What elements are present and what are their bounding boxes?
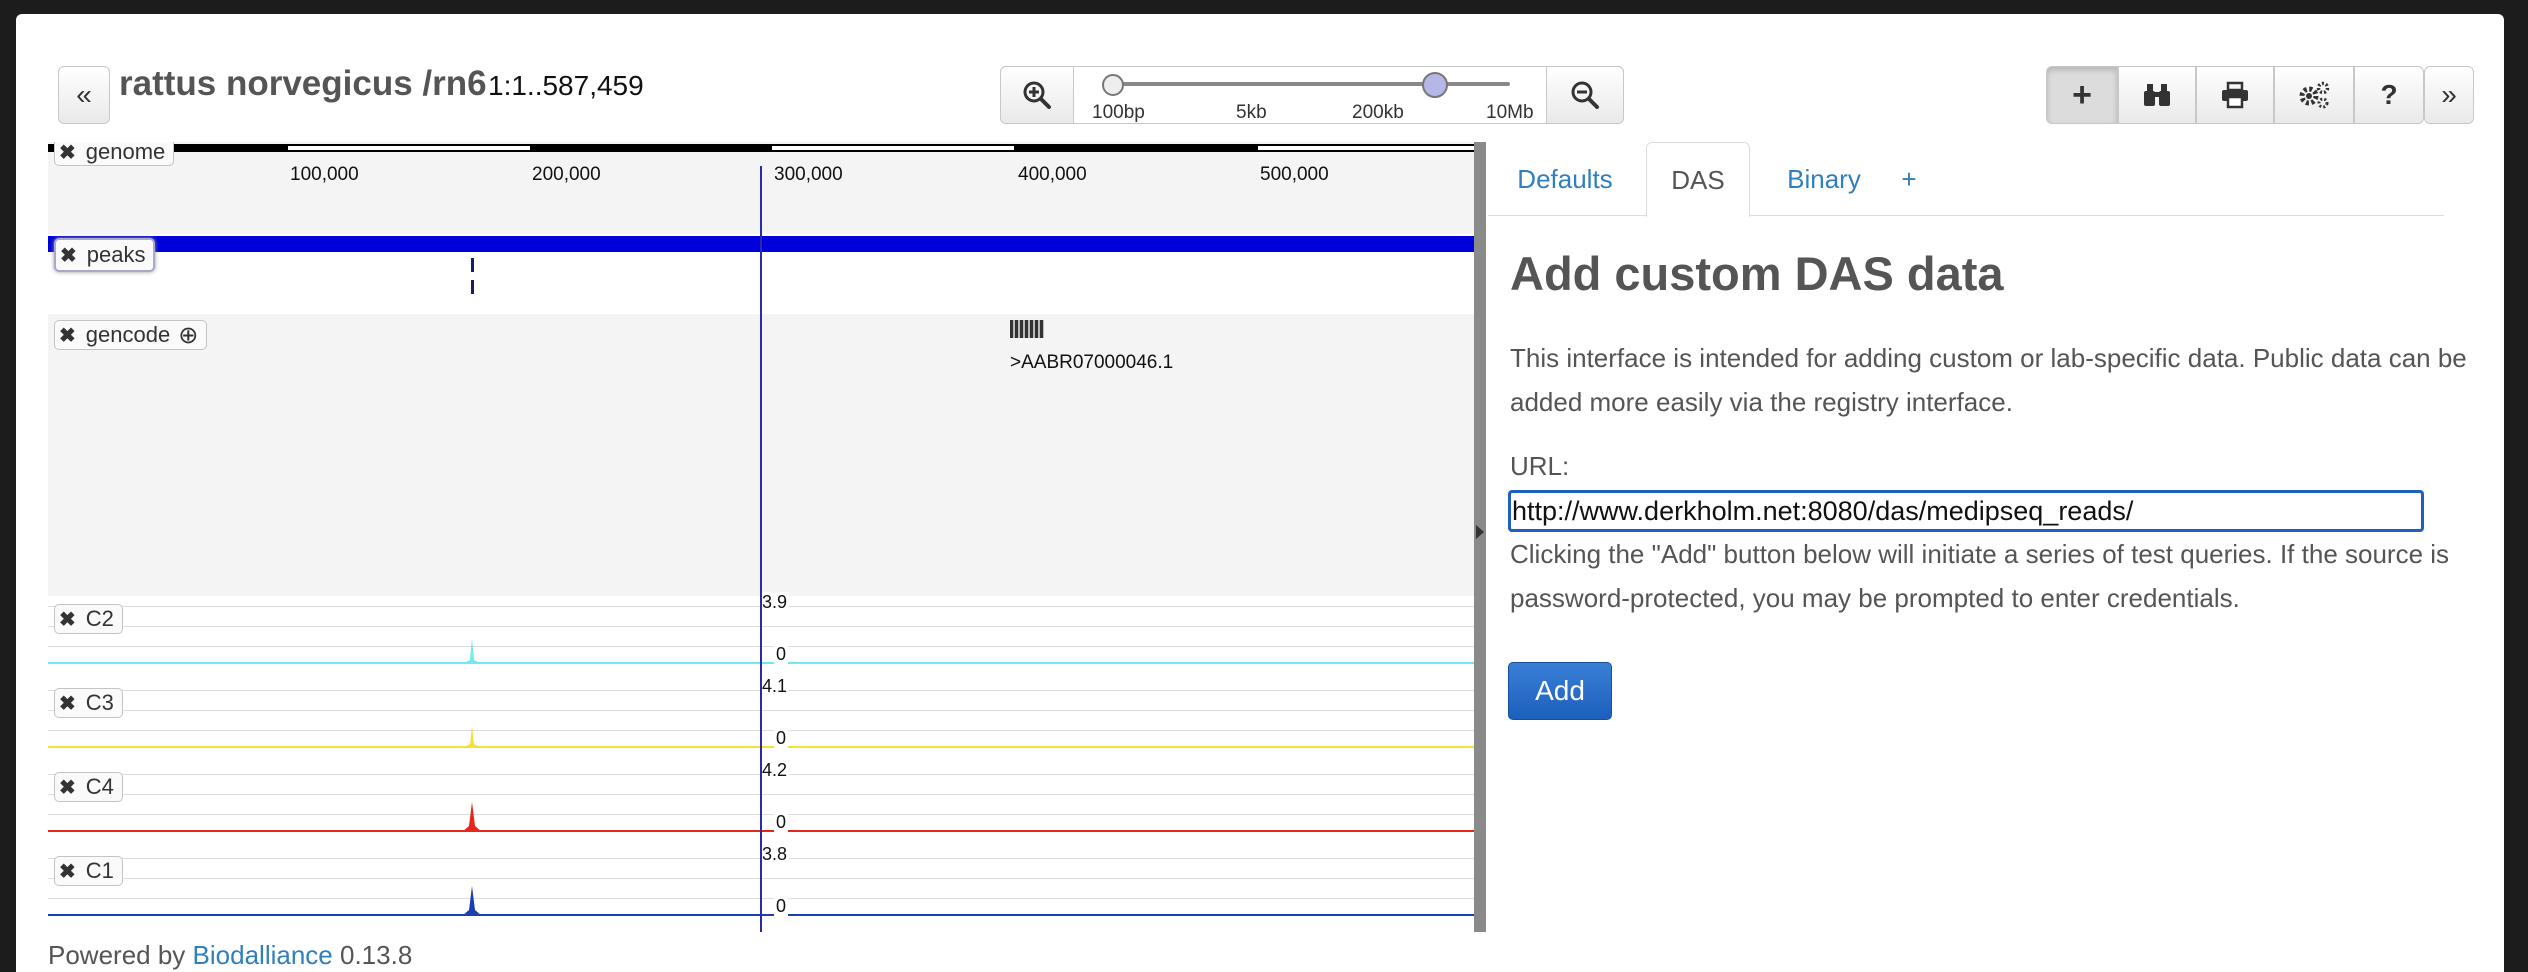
- ruler-tick-500000: 500,000: [1260, 164, 1329, 185]
- c3-track-name: C3: [85, 690, 114, 715]
- track-area[interactable]: 100,000 200,000 300,000 400,000 500,000 …: [48, 142, 1474, 932]
- zoom-slider-handle[interactable]: [1422, 72, 1448, 98]
- c2-scale-min: 0: [774, 644, 789, 665]
- chevron-double-left-icon: «: [76, 79, 92, 110]
- zoom-in-button[interactable]: [1000, 66, 1074, 124]
- peak-mark-1: [471, 258, 474, 272]
- help-button[interactable]: ?: [2354, 66, 2424, 124]
- print-icon: [2222, 81, 2248, 109]
- remove-track-icon[interactable]: ✖: [59, 323, 76, 348]
- add-button[interactable]: Add: [1508, 662, 1612, 720]
- c2-track-name: C2: [85, 606, 114, 631]
- ruler-tick-100000: 100,000: [290, 164, 359, 185]
- c1-scale-max: 3.8: [760, 844, 790, 865]
- c2-scale-max: 3.9: [760, 592, 790, 613]
- remove-track-icon[interactable]: ✖: [59, 691, 76, 716]
- panel-note: Clicking the "Add" button below will ini…: [1510, 539, 2450, 613]
- ruler-tick-200000: 200,000: [532, 164, 601, 185]
- c4-track-label: ✖ C4: [54, 772, 123, 802]
- c4-scale-min: 0: [774, 812, 789, 833]
- question-icon: ?: [2380, 79, 2398, 110]
- position-cursor: [760, 166, 762, 932]
- footer: Powered by Biodalliance 0.13.8: [48, 940, 412, 971]
- settings-button[interactable]: [2274, 66, 2354, 124]
- remove-track-icon[interactable]: ✖: [60, 243, 77, 268]
- zoom-slider-min-handle[interactable]: [1102, 74, 1124, 96]
- tab-binary[interactable]: Binary: [1762, 142, 1886, 216]
- c1-scale-min: 0: [774, 896, 789, 917]
- genome-track-label: ✖ genome: [54, 142, 175, 166]
- export-button[interactable]: [2118, 66, 2196, 124]
- gene-feature-label: >AABR07000046.1: [1010, 352, 1174, 373]
- biodalliance-link[interactable]: Biodalliance: [193, 940, 333, 970]
- peak-mark-2: [471, 280, 474, 294]
- peaks-track-label: ✖ peaks: [54, 238, 156, 272]
- url-label: URL:: [1510, 451, 1570, 481]
- collapse-left-button[interactable]: «: [58, 66, 110, 124]
- add-subtrack-icon[interactable]: ⊕: [178, 321, 198, 350]
- c3-scale-min: 0: [774, 728, 789, 749]
- gencode-track-label: ✖ gencode ⊕: [54, 320, 208, 350]
- ruler-tick-400000: 400,000: [1018, 164, 1087, 185]
- add-track-panel: Defaults DAS Binary + Add custom DAS dat…: [1488, 142, 2488, 932]
- c1-track-label: ✖ C1: [54, 856, 123, 886]
- remove-track-icon[interactable]: ✖: [59, 775, 76, 800]
- ruler-bar-white-2: [772, 146, 1014, 150]
- c4-scale-max: 4.2: [760, 760, 790, 781]
- ruler-bar-white-3: [1258, 146, 1474, 150]
- signal-peak: [462, 886, 482, 916]
- add-track-button[interactable]: +: [2046, 66, 2118, 124]
- panel-heading: Add custom DAS data: [1510, 247, 2004, 300]
- ruler-tick-300000: 300,000: [774, 164, 843, 185]
- remove-track-icon[interactable]: ✖: [59, 607, 76, 632]
- chevron-double-right-icon: »: [2441, 79, 2457, 110]
- c1-track-name: C1: [85, 858, 114, 883]
- location-coords[interactable]: 1:1..587,459: [488, 70, 644, 102]
- tab-add[interactable]: +: [1888, 142, 1930, 216]
- zoom-label-200kb: 200kb: [1352, 102, 1404, 123]
- zoom-in-icon: [1023, 81, 1051, 109]
- genome-title: rattus norvegicus /rn6: [119, 64, 487, 103]
- footer-version: 0.13.8: [340, 940, 413, 970]
- gears-icon: [2299, 81, 2330, 109]
- zoom-label-100bp: 100bp: [1092, 102, 1145, 123]
- c3-scale-max: 4.1: [760, 676, 790, 697]
- c3-track-label: ✖ C3: [54, 688, 123, 718]
- url-input[interactable]: [1508, 490, 2424, 532]
- gencode-track-name: gencode: [85, 322, 171, 347]
- collapse-right-button[interactable]: »: [2424, 66, 2474, 124]
- zoom-out-button[interactable]: [1546, 66, 1624, 124]
- genome-track-name: genome: [85, 142, 166, 164]
- signal-peak: [462, 802, 482, 832]
- plus-icon: +: [2072, 75, 2092, 114]
- zoom-out-icon: [1571, 81, 1599, 109]
- c4-track-name: C4: [85, 774, 114, 799]
- remove-track-icon[interactable]: ✖: [59, 142, 76, 165]
- signal-peak: [462, 638, 482, 664]
- splitter-arrow-icon: [1476, 525, 1484, 539]
- tab-defaults[interactable]: Defaults: [1500, 142, 1630, 216]
- remove-track-icon[interactable]: ✖: [59, 859, 76, 884]
- zoom-slider-track[interactable]: [1112, 82, 1510, 86]
- zoom-label-5kb: 5kb: [1236, 102, 1267, 123]
- gene-feature[interactable]: [1010, 320, 1044, 338]
- print-button[interactable]: [2196, 66, 2274, 124]
- c2-track-label: ✖ C2: [54, 604, 123, 634]
- zoom-label-10mb: 10Mb: [1486, 102, 1534, 123]
- signal-peak: [462, 726, 482, 748]
- peaks-track-name: peaks: [86, 242, 146, 267]
- tab-das[interactable]: DAS: [1646, 142, 1750, 217]
- panel-tabs-underline: [1488, 215, 2444, 216]
- panel-intro: This interface is intended for adding cu…: [1510, 343, 2467, 417]
- binoculars-icon: [2144, 84, 2170, 106]
- footer-prefix: Powered by: [48, 940, 186, 970]
- ruler-bar-white-1: [288, 146, 530, 150]
